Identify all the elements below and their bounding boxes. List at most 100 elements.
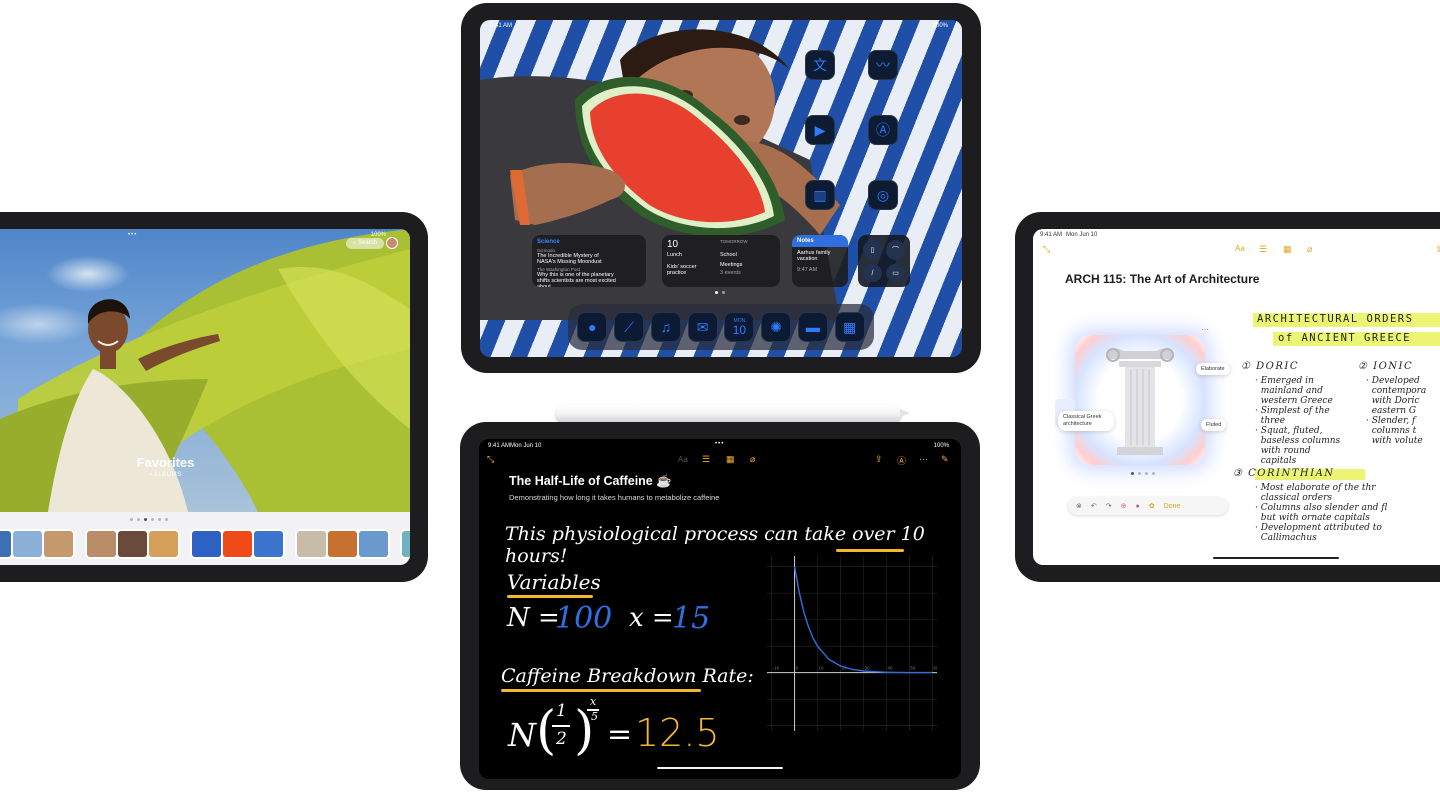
- style-option-fluted[interactable]: Fluted: [1201, 419, 1227, 431]
- formula-numerator: 1: [556, 701, 567, 721]
- half-life-graph[interactable]: -100102030405060: [767, 556, 939, 731]
- done-button[interactable]: Done: [1164, 503, 1181, 510]
- math-notes-screen: 9:41 AM Mon Jun 10 ••• 100% ⤡ Aa ☰ ▦ ⌀ ⇪…: [479, 439, 961, 779]
- x-tick-label: 40: [887, 666, 893, 671]
- corinthian-notes[interactable]: · Most elaborate of the thr classical or…: [1255, 483, 1387, 543]
- generated-image-card[interactable]: [1075, 335, 1205, 465]
- notes-screen: 9:41 AM Mon Jun 10 ⤡ Aa ☰ ▦ ⌀ ⇪ ARCH 115…: [1033, 229, 1440, 565]
- files-app-icon[interactable]: ▬: [797, 312, 828, 342]
- safari-app-icon[interactable]: ⟋: [614, 312, 645, 342]
- calendar-event: School: [720, 252, 737, 258]
- note-subtitle[interactable]: Demonstrating how long it takes humans t…: [509, 493, 719, 502]
- ionic-title[interactable]: ② IONIC: [1358, 362, 1413, 372]
- checklist-icon[interactable]: ☰: [702, 454, 710, 465]
- variables-heading[interactable]: Variables: [507, 570, 601, 594]
- notes-widget[interactable]: Notes Aarhus family vacation 9:47 AM: [792, 235, 848, 287]
- undo-icon[interactable]: ↶: [1091, 502, 1097, 510]
- share-icon[interactable]: ⇪: [1435, 244, 1440, 255]
- search-button[interactable]: ⌕ Search: [346, 238, 384, 249]
- table-icon[interactable]: ▦: [726, 454, 735, 465]
- collapse-icon[interactable]: ⤡: [487, 454, 494, 465]
- device-icon[interactable]: ▯: [863, 240, 882, 260]
- settings-app-icon[interactable]: ✺: [761, 312, 792, 342]
- attachment-icon[interactable]: ⌀: [1307, 244, 1312, 255]
- formula-denominator: 2: [556, 729, 567, 749]
- collapse-icon[interactable]: ⤡: [1043, 244, 1050, 255]
- news-category: Science: [537, 239, 560, 245]
- podcasts-app-icon[interactable]: ◎: [868, 180, 898, 210]
- news-widget[interactable]: Science Gizmodo The Incredible Mystery o…: [532, 235, 646, 287]
- collection-card[interactable]: [85, 529, 180, 559]
- avatar[interactable]: [386, 237, 398, 249]
- format-button[interactable]: Aa: [1235, 244, 1245, 253]
- notes-heading-2[interactable]: of ANCIENT GREECE: [1278, 333, 1411, 344]
- image-playground-toolbar: ⊗ ↶ ↷ ⊕ ● ✿ Done: [1068, 497, 1228, 515]
- style-option-classical[interactable]: Classical Greek architecture: [1058, 411, 1114, 431]
- share-icon[interactable]: ⇪: [875, 454, 883, 465]
- calendar-event: Lunch: [667, 252, 682, 258]
- style-icon[interactable]: ✿: [1149, 502, 1155, 510]
- books-app-icon[interactable]: ▥: [805, 180, 835, 210]
- apple-pencil: [556, 405, 910, 422]
- rate-heading[interactable]: Caffeine Breakdown Rate:: [501, 665, 754, 687]
- ionic-notes[interactable]: · Developed contempora with Doric easter…: [1366, 376, 1426, 446]
- home-indicator[interactable]: [1213, 557, 1339, 559]
- markup-icon[interactable]: Ⓐ: [897, 454, 906, 467]
- collection-card[interactable]: [400, 529, 410, 559]
- album-subtitle: ▪ ALBUMS: [149, 472, 182, 478]
- add-icon[interactable]: ⊕: [1121, 502, 1127, 510]
- dock-calendar-date: 10: [732, 322, 747, 337]
- attachment-icon[interactable]: ⌀: [750, 454, 755, 465]
- controls-widget[interactable]: ▯ ⌒ / ▭: [858, 235, 910, 287]
- multitask-dots[interactable]: •••: [715, 441, 724, 447]
- keyboard-icon[interactable]: ▭: [886, 264, 905, 282]
- more-icon[interactable]: ⋯: [919, 454, 928, 465]
- style-option-elaborate[interactable]: Elaborate: [1196, 363, 1230, 375]
- collection-card[interactable]: [295, 529, 390, 559]
- note-title[interactable]: The Half-Life of Caffeine ☕: [509, 474, 672, 489]
- pencil-icon[interactable]: /: [863, 264, 882, 282]
- statement-suffix: !: [559, 545, 568, 567]
- airpods-icon[interactable]: ⌒: [886, 240, 905, 260]
- var-n-value[interactable]: 100: [555, 601, 612, 636]
- home-indicator[interactable]: [657, 767, 783, 769]
- format-button[interactable]: Aa: [678, 455, 688, 464]
- calendar-app-icon[interactable]: MON 10: [724, 312, 755, 342]
- formula-exp-numerator: x: [590, 695, 597, 708]
- var-n-label[interactable]: N =: [507, 603, 560, 633]
- calendar-widget[interactable]: 10 TOMORROW Lunch Kids' soccer practice …: [662, 235, 780, 287]
- facetime-app-icon[interactable]: ▶: [805, 115, 835, 145]
- music-app-icon[interactable]: ♫: [650, 312, 681, 342]
- person-icon[interactable]: ●: [1136, 503, 1140, 510]
- table-icon[interactable]: ▦: [1283, 244, 1292, 255]
- collection-card[interactable]: [190, 529, 285, 559]
- app-library-icon[interactable]: ▦: [834, 312, 865, 342]
- mail-app-icon[interactable]: ✉: [687, 312, 718, 342]
- corinthian-title[interactable]: ③ CORINTHIAN: [1233, 469, 1335, 479]
- page-indicator[interactable]: [130, 518, 168, 521]
- doric-title[interactable]: ① DORIC: [1241, 362, 1299, 372]
- app-store-icon[interactable]: Ⓐ: [868, 115, 898, 145]
- notes-heading-1[interactable]: ARCHITECTURAL ORDERS: [1257, 314, 1413, 325]
- note-title[interactable]: ARCH 115: The Art of Architecture: [1065, 272, 1259, 286]
- compose-icon[interactable]: ✎: [941, 454, 949, 465]
- messages-app-icon[interactable]: ●: [577, 312, 608, 342]
- fluted-label: Fluted: [1206, 422, 1222, 428]
- var-x-label[interactable]: x =: [629, 603, 674, 633]
- notes-widget-text: Aarhus family vacation: [797, 250, 831, 262]
- more-options-icon[interactable]: ⋯: [1201, 325, 1209, 334]
- checklist-icon[interactable]: ☰: [1259, 244, 1267, 255]
- image-page-indicator[interactable]: [1131, 472, 1155, 475]
- freeform-app-icon[interactable]: 〰: [868, 50, 898, 80]
- ipad-home-device: 9:41 AM 100% 文 〰 ▶ Ⓐ ▥ ◎ Science Gizmodo…: [461, 3, 981, 373]
- battery-status: 100%: [933, 443, 949, 449]
- var-x-value[interactable]: 15: [672, 601, 710, 636]
- notes-widget-time: 9:47 AM: [797, 267, 818, 273]
- page-indicator[interactable]: [715, 291, 725, 294]
- doric-notes[interactable]: · Emerged in mainland and western Greece…: [1255, 376, 1340, 466]
- formula-equals: =: [607, 717, 633, 752]
- collection-card[interactable]: [0, 529, 75, 559]
- translate-app-icon[interactable]: 文: [805, 50, 835, 80]
- redo-icon[interactable]: ↷: [1106, 502, 1112, 510]
- close-icon[interactable]: ⊗: [1076, 502, 1082, 510]
